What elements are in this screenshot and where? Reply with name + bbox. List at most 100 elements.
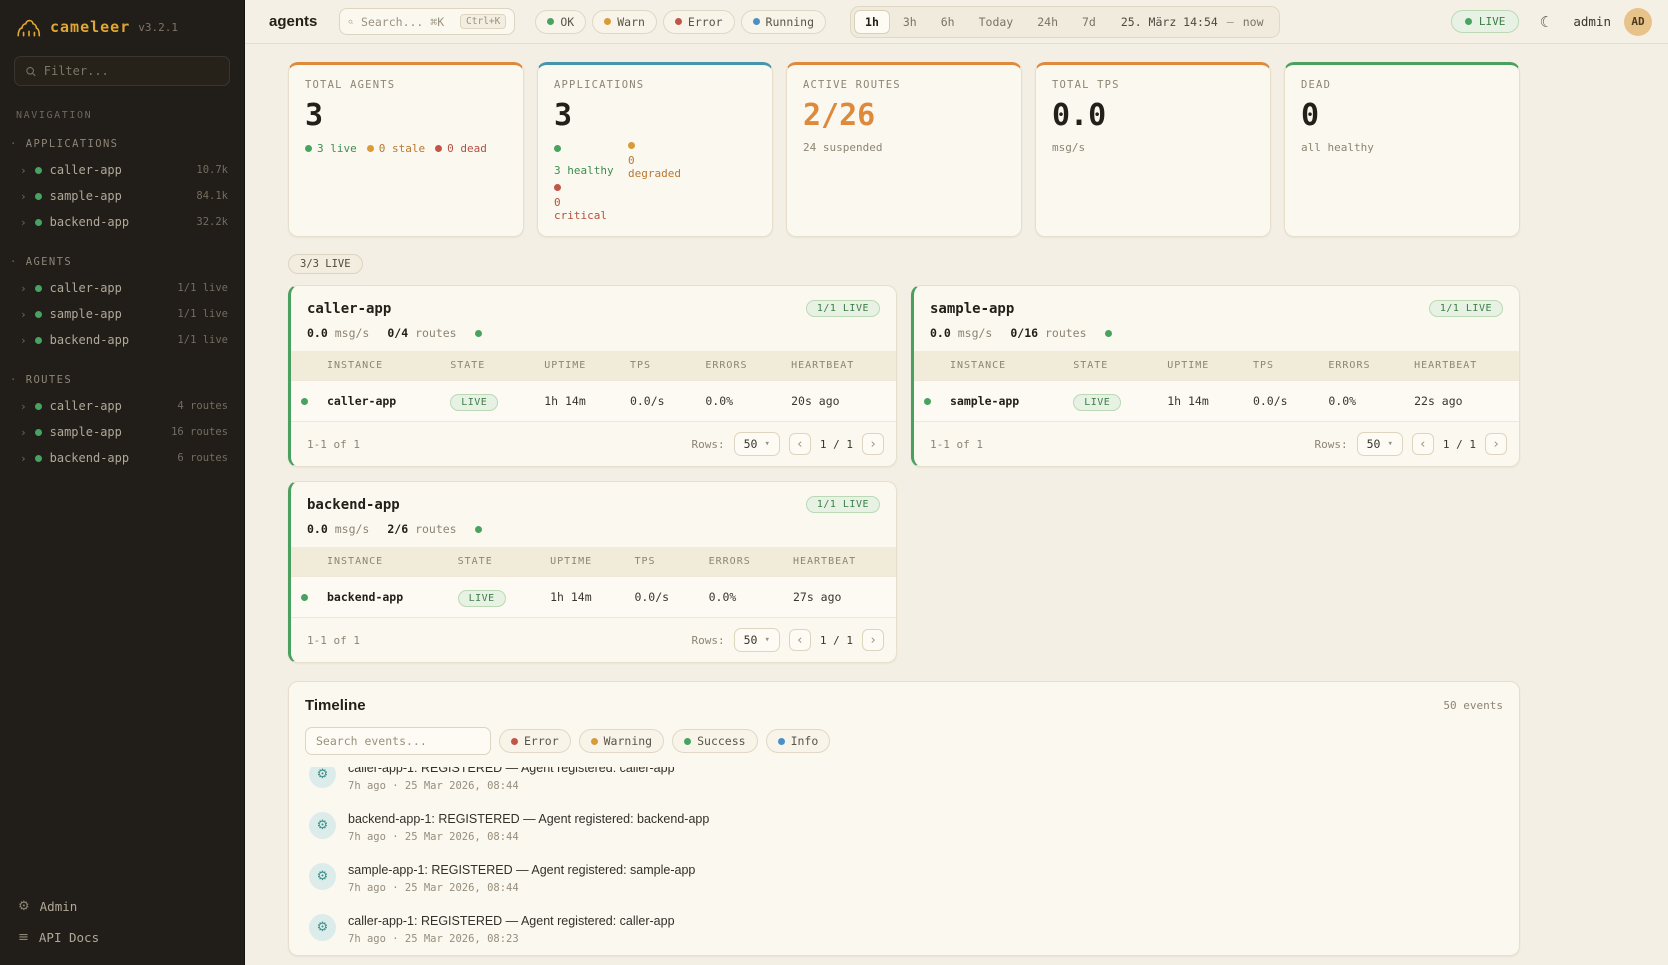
search-icon bbox=[25, 65, 37, 78]
filter-pill-ok[interactable]: OK bbox=[535, 10, 586, 34]
routes-unit: routes bbox=[415, 326, 457, 340]
range-button-7d[interactable]: 7d bbox=[1071, 10, 1107, 34]
search-icon bbox=[348, 16, 354, 28]
sidebar-item-backend-app[interactable]: › backend-app 32.2k bbox=[0, 209, 244, 235]
error-dot-icon bbox=[511, 738, 518, 745]
live-badge: 1/1 LIVE bbox=[806, 496, 880, 513]
column-status bbox=[291, 351, 317, 381]
sidebar-item-sample-app[interactable]: › sample-app 84.1k bbox=[0, 183, 244, 209]
section-mark-icon: · bbox=[10, 256, 18, 268]
table-footer: 1-1 of 1 Rows: 50 ▾ ‹ 1 / 1 › bbox=[291, 422, 896, 466]
section-title-routes[interactable]: · ROUTES bbox=[0, 369, 244, 393]
column-instance: INSTANCE bbox=[317, 351, 440, 381]
timeline-event[interactable]: ⚙ sample-app-1: REGISTERED — Agent regis… bbox=[305, 853, 1503, 904]
row-range-label: 1-1 of 1 bbox=[307, 438, 360, 451]
rows-per-page-select[interactable]: 50 ▾ bbox=[734, 628, 780, 652]
range-button-24h[interactable]: 24h bbox=[1026, 10, 1069, 34]
avatar[interactable]: AD bbox=[1624, 8, 1652, 36]
section-title-agents[interactable]: · AGENTS bbox=[0, 251, 244, 275]
routes-unit: routes bbox=[415, 522, 457, 536]
instances-table: INSTANCE STATE UPTIME TPS ERRORS HEARTBE… bbox=[291, 547, 896, 618]
filter-pill-running[interactable]: Running bbox=[741, 10, 826, 34]
rows-per-page-select[interactable]: 50 ▾ bbox=[734, 432, 780, 456]
filter-pill-error[interactable]: Error bbox=[663, 10, 735, 34]
timeline-filter-info[interactable]: Info bbox=[766, 729, 831, 753]
range-button-today[interactable]: Today bbox=[968, 10, 1025, 34]
live-badge: 1/1 LIVE bbox=[1429, 300, 1503, 317]
chevron-right-icon: › bbox=[20, 282, 27, 295]
prev-page-button[interactable]: ‹ bbox=[789, 629, 811, 651]
prev-page-button[interactable]: ‹ bbox=[789, 433, 811, 455]
stat-value: 3 bbox=[554, 98, 756, 133]
range-button-6h[interactable]: 6h bbox=[930, 10, 966, 34]
sidebar-item-badge: 1/1 live bbox=[177, 308, 228, 320]
sidebar-filter-input[interactable] bbox=[44, 64, 219, 78]
live-dot-icon bbox=[1465, 18, 1472, 25]
column-tps: TPS bbox=[620, 351, 695, 381]
row-range-label: 1-1 of 1 bbox=[307, 634, 360, 647]
timeline-filter-success[interactable]: Success bbox=[672, 729, 757, 753]
sidebar-item-routes-caller-app[interactable]: › caller-app 4 routes bbox=[0, 393, 244, 419]
timeline-event[interactable]: ⚙ backend-app-1: REGISTERED — Agent regi… bbox=[305, 802, 1503, 853]
sidebar-item-admin[interactable]: ⚙ Admin bbox=[18, 899, 226, 914]
rate-unit: msg/s bbox=[958, 326, 993, 340]
sidebar-filter[interactable] bbox=[14, 56, 230, 86]
stat-card-dead: DEAD 0 all healthy bbox=[1284, 62, 1520, 237]
sidebar-item-agent-backend-app[interactable]: › backend-app 1/1 live bbox=[0, 327, 244, 353]
timeline-filter-error[interactable]: Error bbox=[499, 729, 571, 753]
live-dot-icon bbox=[305, 145, 312, 152]
stat-card-total-agents: TOTAL AGENTS 3 3 live 0 stale 0 dead bbox=[288, 62, 524, 237]
live-status-chip[interactable]: LIVE bbox=[1451, 10, 1520, 33]
gear-icon: ⚙ bbox=[309, 812, 336, 839]
chevron-left-icon: ‹ bbox=[796, 633, 804, 648]
gear-icon: ⚙ bbox=[18, 899, 30, 914]
app-card-sample-app: sample-app 1/1 LIVE 0.0 msg/s 0/16 route… bbox=[911, 285, 1520, 467]
column-instance: INSTANCE bbox=[940, 351, 1063, 381]
event-title: caller-app-1: REGISTERED — Agent registe… bbox=[348, 767, 675, 775]
prev-page-button[interactable]: ‹ bbox=[1412, 433, 1434, 455]
theme-toggle-button[interactable]: ☾ bbox=[1532, 8, 1560, 36]
timeline-header: Timeline 50 events bbox=[305, 697, 1503, 714]
sidebar-item-badge: 1/1 live bbox=[177, 334, 228, 346]
cell-errors: 0.0% bbox=[1318, 381, 1404, 422]
stat-value: 0 bbox=[1301, 98, 1503, 133]
sidebar-item-api-docs[interactable]: ≡ API Docs bbox=[18, 930, 226, 945]
rows-per-page-select[interactable]: 50 ▾ bbox=[1357, 432, 1403, 456]
table-row[interactable]: backend-app LIVE 1h 14m 0.0/s 0.0% 27s a… bbox=[291, 577, 896, 618]
table-row[interactable]: caller-app LIVE 1h 14m 0.0/s 0.0% 20s ag… bbox=[291, 381, 896, 422]
sidebar-item-caller-app[interactable]: › caller-app 10.7k bbox=[0, 157, 244, 183]
timeline-search[interactable] bbox=[305, 727, 491, 755]
instances-table: INSTANCE STATE UPTIME TPS ERRORS HEARTBE… bbox=[914, 351, 1519, 422]
global-search[interactable]: Ctrl+K bbox=[339, 8, 515, 35]
event-title: sample-app-1: REGISTERED — Agent registe… bbox=[348, 863, 695, 877]
timeline-event[interactable]: ⚙ caller-app-1: REGISTERED — Agent regis… bbox=[305, 904, 1503, 955]
ok-dot-icon bbox=[547, 18, 554, 25]
range-button-3h[interactable]: 3h bbox=[892, 10, 928, 34]
app-cards-grid: caller-app 1/1 LIVE 0.0 msg/s 0/4 routes… bbox=[288, 285, 1520, 663]
timeline-event[interactable]: ⚙ caller-app-1: REGISTERED — Agent regis… bbox=[305, 767, 1503, 802]
next-page-button[interactable]: › bbox=[862, 433, 884, 455]
sidebar-item-routes-sample-app[interactable]: › sample-app 16 routes bbox=[0, 419, 244, 445]
rate-unit: msg/s bbox=[335, 522, 370, 536]
sidebar-section-routes: · ROUTES › caller-app 4 routes › sample-… bbox=[0, 369, 244, 471]
table-footer: 1-1 of 1 Rows: 50 ▾ ‹ 1 / 1 › bbox=[914, 422, 1519, 466]
range-button-1h[interactable]: 1h bbox=[854, 10, 890, 34]
table-row[interactable]: sample-app LIVE 1h 14m 0.0/s 0.0% 22s ag… bbox=[914, 381, 1519, 422]
summary-chip-row: 3/3 LIVE bbox=[288, 254, 1520, 274]
sidebar-item-agent-sample-app[interactable]: › sample-app 1/1 live bbox=[0, 301, 244, 327]
timeline-filter-warning[interactable]: Warning bbox=[579, 729, 664, 753]
column-errors: ERRORS bbox=[1318, 351, 1404, 381]
timeline-event-list: ⚙ caller-app-1: REGISTERED — Agent regis… bbox=[305, 767, 1503, 955]
timeline-search-input[interactable] bbox=[316, 734, 480, 748]
chevron-right-icon: › bbox=[20, 164, 27, 177]
sidebar-item-label: caller-app bbox=[50, 163, 122, 177]
filter-pill-warn[interactable]: Warn bbox=[592, 10, 657, 34]
global-search-input[interactable] bbox=[361, 15, 453, 29]
sidebar-item-agent-caller-app[interactable]: › caller-app 1/1 live bbox=[0, 275, 244, 301]
next-page-button[interactable]: › bbox=[862, 629, 884, 651]
next-page-button[interactable]: › bbox=[1485, 433, 1507, 455]
sidebar-item-routes-backend-app[interactable]: › backend-app 6 routes bbox=[0, 445, 244, 471]
section-title-applications[interactable]: · APPLICATIONS bbox=[0, 133, 244, 157]
cell-tps: 0.0/s bbox=[624, 577, 698, 618]
routes-value: 2/6 bbox=[387, 522, 408, 536]
